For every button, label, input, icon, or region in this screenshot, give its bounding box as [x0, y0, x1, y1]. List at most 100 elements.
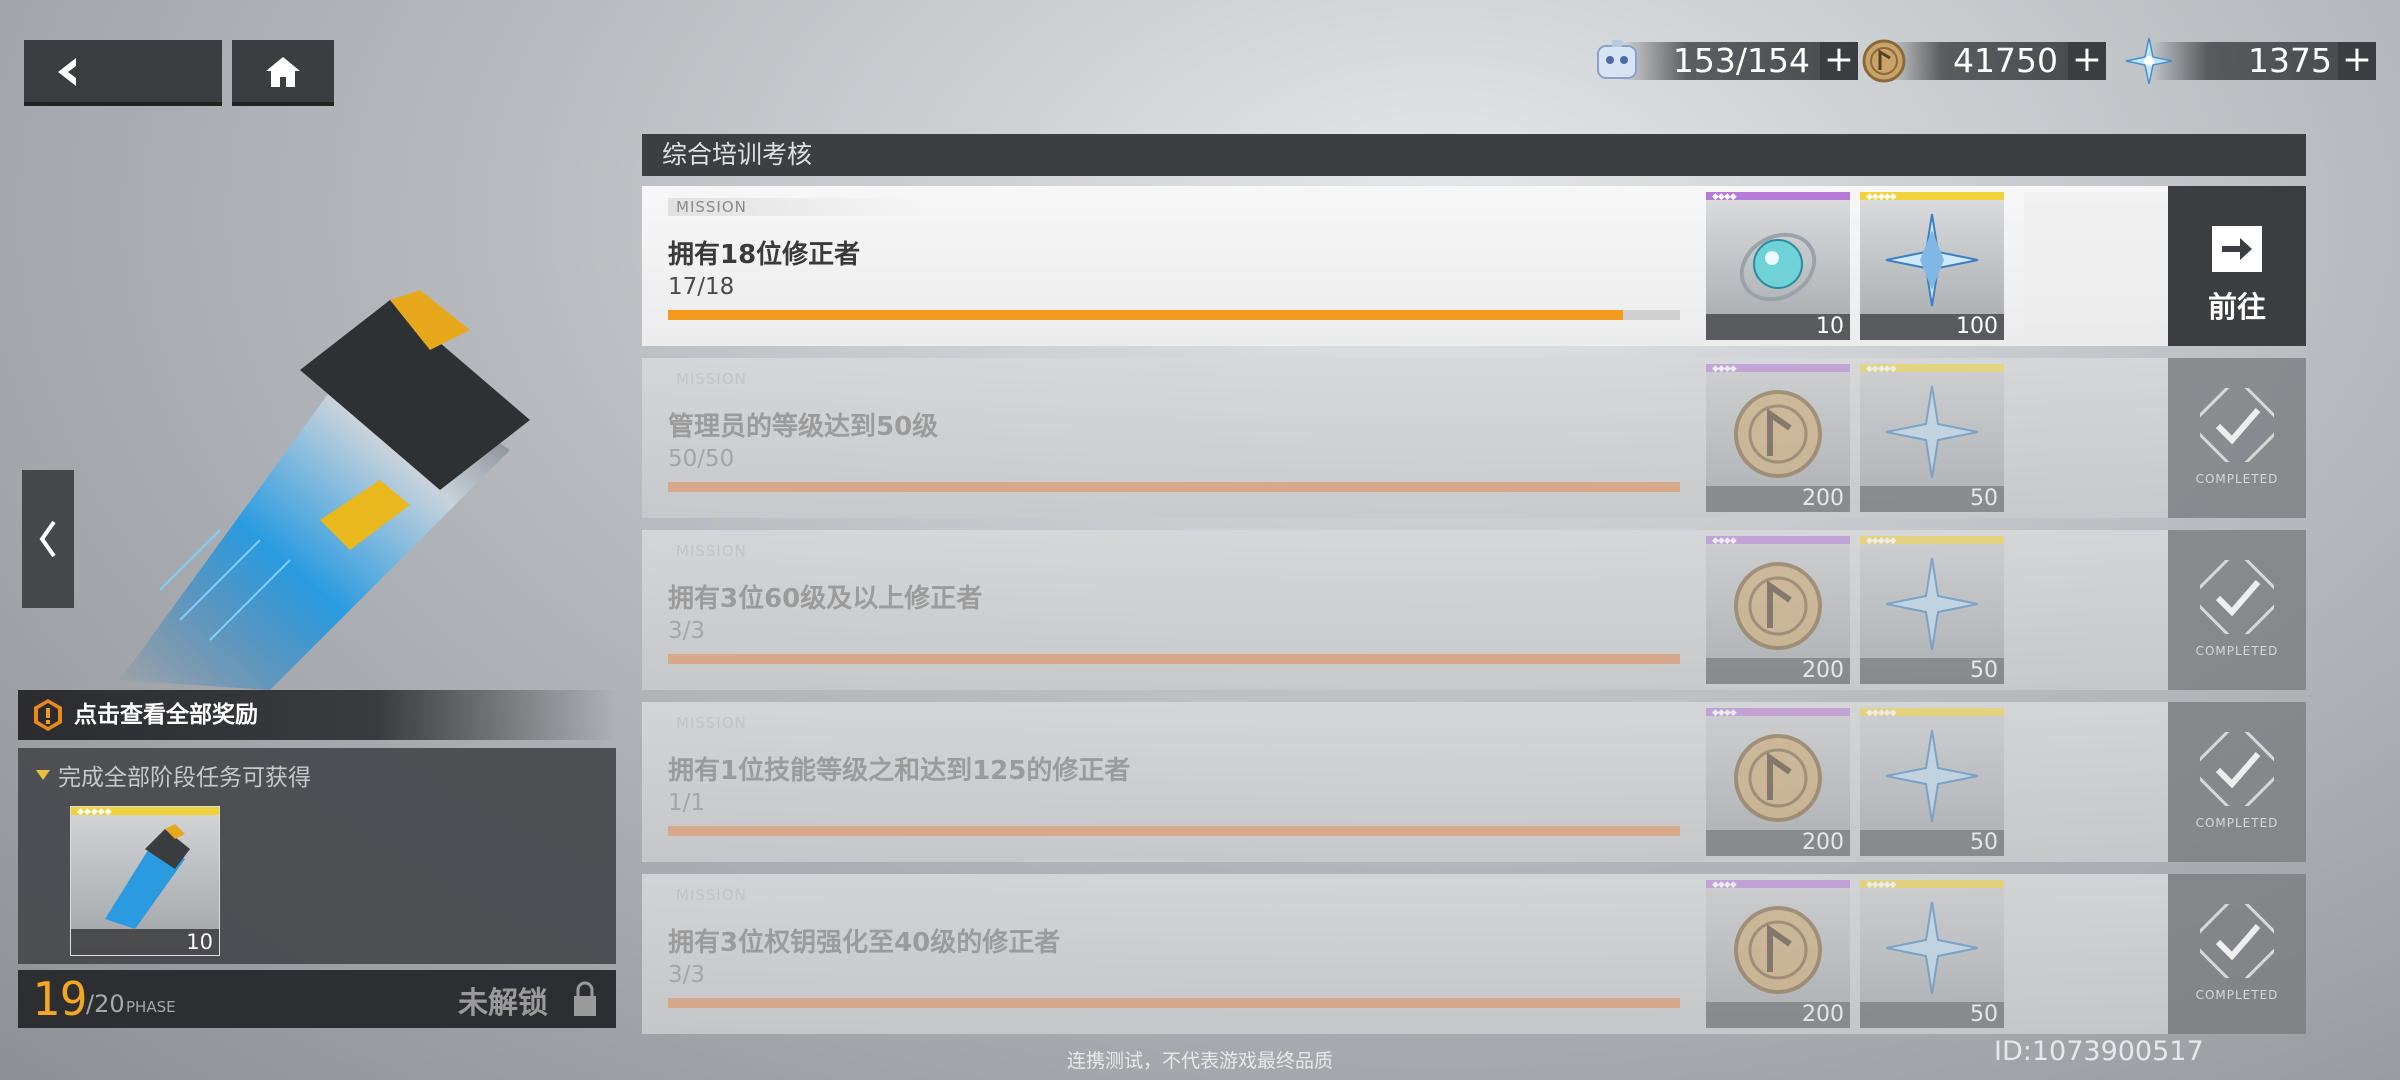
mission-title: 拥有3位60级及以上修正者 — [668, 584, 983, 614]
go-label: 前往 — [2207, 290, 2266, 324]
key-card-icon — [105, 824, 190, 929]
mission-row: MISSION 拥有18位修正者 17/18 ◆◆◆◆ 10 ◆◆◆◆◆ 100 — [642, 186, 2306, 346]
energy-value: 153/154 — [1672, 41, 1810, 80]
mission-progress-bar — [668, 998, 1680, 1008]
reward-count: 50 — [1970, 658, 1998, 683]
reward-item[interactable]: ◆◆◆◆ 10 — [1706, 192, 1850, 340]
energy-robot-icon — [1597, 40, 1637, 79]
crystal-star-icon — [1885, 901, 1979, 995]
mission-row: MISSION 拥有3位60级及以上修正者 3/3 ◆◆◆◆ 200 ◆◆◆◆◆… — [642, 530, 2306, 690]
gold-coin-icon — [1862, 39, 1906, 83]
mission-progress-bar — [668, 826, 1680, 836]
mission-progress-bar — [668, 310, 1680, 320]
phase-current: 19 — [32, 972, 88, 1026]
completed-label: COMPLETED — [2195, 472, 2279, 486]
add-energy-button[interactable]: + — [1820, 42, 1858, 80]
completed-status: COMPLETED — [2168, 530, 2306, 690]
mission-row: MISSION 管理员的等级达到50级 50/50 ◆◆◆◆ 200 ◆◆◆◆◆… — [642, 358, 2306, 518]
reward-count: 50 — [1970, 1002, 1998, 1027]
lock-icon — [574, 981, 596, 1016]
reward-count: 100 — [1956, 314, 1998, 339]
mission-progress-text: 1/1 — [668, 790, 706, 816]
view-all-rewards-button[interactable]: 点击查看全部奖励 — [18, 690, 616, 740]
mission-tag: MISSION — [676, 886, 747, 904]
crystal-star-icon — [1885, 385, 1979, 479]
mission-row: MISSION 拥有1位技能等级之和达到125的修正者 1/1 ◆◆◆◆ 200… — [642, 702, 2306, 862]
gold-coin-icon — [1734, 390, 1822, 478]
go-button[interactable]: 前往 — [2168, 186, 2306, 346]
mission-progress-text: 17/18 — [668, 274, 735, 300]
gold-coin-icon — [1734, 562, 1822, 650]
gold-value: 41750 — [1953, 41, 2058, 80]
reward-count: 10 — [1816, 314, 1844, 339]
mission-progress-text: 50/50 — [668, 446, 735, 472]
final-reward-caption: 完成全部阶段任务可获得 — [58, 765, 311, 791]
home-icon — [266, 57, 300, 87]
reward-count: 200 — [1802, 830, 1844, 855]
phase-label: PHASE — [126, 998, 176, 1016]
reward-item[interactable]: ◆◆◆◆◆ 100 — [1860, 192, 2004, 340]
phase-reward-panel: 点击查看全部奖励 完成全部阶段任务可获得 ◆◆◆◆◆ 10 19 /20 PHA… — [18, 690, 616, 1030]
mission-tag: MISSION — [668, 198, 924, 216]
reward-count: 50 — [1970, 830, 1998, 855]
phase-bar: 19 /20 PHASE 未解锁 — [18, 970, 616, 1028]
final-reward-item[interactable]: ◆◆◆◆◆ 10 — [70, 806, 220, 956]
phase-total: /20 — [86, 990, 125, 1018]
mission-title: 拥有18位修正者 — [668, 240, 861, 270]
reward-count: 200 — [1802, 486, 1844, 511]
currency-crystal: 1375 + — [2122, 36, 2376, 86]
completed-status: COMPLETED — [2168, 358, 2306, 518]
reward-count: 50 — [1970, 486, 1998, 511]
completed-label: COMPLETED — [2195, 988, 2279, 1002]
completed-status: COMPLETED — [2168, 702, 2306, 862]
view-all-rewards-label: 点击查看全部奖励 — [74, 702, 258, 728]
completed-status: COMPLETED — [2168, 874, 2306, 1034]
reward-item[interactable]: ◆◆◆◆ 200 — [1706, 708, 1850, 856]
crystal-value: 1375 — [2248, 41, 2332, 80]
user-id: ID:1073900517 — [1994, 1036, 2204, 1067]
checkmark-icon — [2200, 388, 2274, 462]
mission-progress-bar — [668, 482, 1680, 492]
completed-label: COMPLETED — [2195, 816, 2279, 830]
checkmark-icon — [2200, 560, 2274, 634]
mission-tag: MISSION — [676, 542, 747, 560]
add-crystal-button[interactable]: + — [2338, 42, 2376, 80]
crystal-star-icon — [1885, 557, 1979, 651]
mission-title: 拥有1位技能等级之和达到125的修正者 — [668, 756, 1131, 786]
add-gold-button[interactable]: + — [2068, 42, 2106, 80]
reward-item[interactable]: ◆◆◆◆◆ 50 — [1860, 708, 2004, 856]
gold-coin-icon — [1734, 906, 1822, 994]
section-header: 综合培训考核 — [642, 134, 2306, 176]
checkmark-icon — [2200, 732, 2274, 806]
reward-item[interactable]: ◆◆◆◆◆ 50 — [1860, 536, 2004, 684]
reward-item[interactable]: ◆◆◆◆◆ 50 — [1860, 880, 2004, 1028]
prev-stage-button[interactable] — [22, 470, 74, 608]
crystal-orb-icon — [1739, 232, 1817, 302]
currency-gold: 41750 + — [1858, 36, 2108, 86]
mission-progress-bar — [668, 654, 1680, 664]
crystal-star-icon — [1885, 729, 1979, 823]
checkmark-icon — [2200, 904, 2274, 978]
reward-item[interactable]: ◆◆◆◆ 200 — [1706, 880, 1850, 1028]
final-reward-box: 完成全部阶段任务可获得 ◆◆◆◆◆ 10 — [18, 748, 616, 964]
section-title: 综合培训考核 — [662, 140, 813, 169]
mission-progress-text: 3/3 — [668, 618, 706, 644]
reward-item[interactable]: ◆◆◆◆ 200 — [1706, 536, 1850, 684]
currency-energy: 153/154 + — [1590, 36, 1880, 86]
mission-row: MISSION 拥有3位权钥强化至40级的修正者 3/3 ◆◆◆◆ 200 ◆◆… — [642, 874, 2306, 1034]
crystal-star-icon — [2125, 37, 2173, 85]
back-button[interactable] — [24, 40, 222, 106]
mission-tag: MISSION — [676, 714, 747, 732]
reward-item[interactable]: ◆◆◆◆◆ 50 — [1860, 364, 2004, 512]
back-arrow-icon — [58, 58, 76, 86]
home-button[interactable] — [232, 40, 334, 106]
arrow-right-icon — [2212, 226, 2262, 272]
reward-count: 200 — [1802, 1002, 1844, 1027]
mission-title: 管理员的等级达到50级 — [668, 412, 939, 442]
mission-progress-text: 3/3 — [668, 962, 706, 988]
empty-reward-slot — [2024, 192, 2168, 340]
reward-count: 200 — [1802, 658, 1844, 683]
alert-badge-icon — [34, 699, 62, 731]
locked-label: 未解锁 — [458, 986, 548, 1021]
reward-item[interactable]: ◆◆◆◆ 200 — [1706, 364, 1850, 512]
